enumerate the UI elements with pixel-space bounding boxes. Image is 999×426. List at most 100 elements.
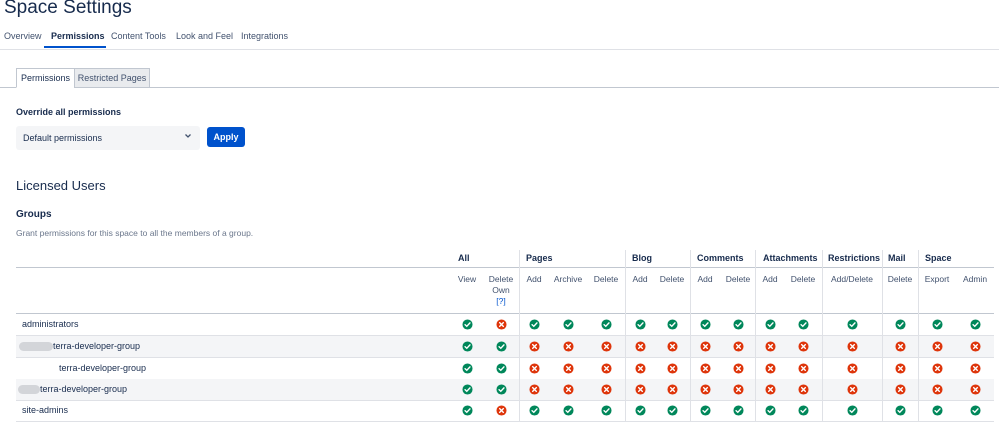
page-title: Space Settings	[4, 0, 132, 18]
cross-circle-icon[interactable]	[528, 384, 540, 395]
cross-circle-icon[interactable]	[699, 341, 711, 352]
check-circle-icon[interactable]	[600, 319, 612, 330]
check-circle-icon[interactable]	[931, 319, 943, 330]
subtab-restricted-pages[interactable]: Restricted Pages	[74, 68, 150, 88]
cross-circle-icon[interactable]	[764, 384, 776, 395]
tab-content-tools[interactable]: Content Tools	[111, 31, 166, 41]
cross-circle-icon[interactable]	[666, 363, 678, 374]
check-circle-icon[interactable]	[495, 384, 507, 395]
category-all: All	[458, 253, 470, 263]
check-circle-icon[interactable]	[797, 319, 809, 330]
check-circle-icon[interactable]	[461, 363, 473, 374]
check-circle-icon[interactable]	[797, 405, 809, 416]
top-tabs: Overview Permissions Content Tools Look …	[0, 24, 999, 50]
table-row: terra-developer-group	[16, 358, 994, 380]
check-circle-icon[interactable]	[461, 341, 473, 352]
perm-label-pages-add: Add	[526, 274, 542, 284]
cross-circle-icon[interactable]	[797, 341, 809, 352]
cross-circle-icon[interactable]	[528, 341, 540, 352]
subtab-permissions[interactable]: Permissions	[16, 68, 75, 88]
cross-circle-icon[interactable]	[732, 384, 744, 395]
check-circle-icon[interactable]	[666, 319, 678, 330]
cross-circle-icon[interactable]	[528, 363, 540, 374]
check-circle-icon[interactable]	[634, 405, 646, 416]
cross-circle-icon[interactable]	[600, 384, 612, 395]
check-circle-icon[interactable]	[562, 319, 574, 330]
check-circle-icon[interactable]	[732, 405, 744, 416]
check-circle-icon[interactable]	[732, 319, 744, 330]
cross-circle-icon[interactable]	[894, 363, 906, 374]
cross-circle-icon[interactable]	[732, 363, 744, 374]
check-circle-icon[interactable]	[666, 405, 678, 416]
check-circle-icon[interactable]	[600, 405, 612, 416]
cross-circle-icon[interactable]	[699, 384, 711, 395]
cross-circle-icon[interactable]	[764, 363, 776, 374]
column-separator	[918, 250, 919, 421]
permissions-select[interactable]: Default permissions	[16, 126, 200, 150]
perm-label-delete-own: Delete Own [?]	[484, 274, 518, 307]
cross-circle-icon[interactable]	[634, 341, 646, 352]
check-circle-icon[interactable]	[495, 341, 507, 352]
check-circle-icon[interactable]	[969, 319, 981, 330]
cross-circle-icon[interactable]	[797, 384, 809, 395]
check-circle-icon[interactable]	[634, 319, 646, 330]
tab-look-and-feel[interactable]: Look and Feel	[176, 31, 233, 41]
cross-circle-icon[interactable]	[562, 363, 574, 374]
help-link[interactable]: [?]	[496, 296, 505, 306]
cross-circle-icon[interactable]	[969, 341, 981, 352]
check-circle-icon[interactable]	[969, 405, 981, 416]
cross-circle-icon[interactable]	[634, 384, 646, 395]
cross-circle-icon[interactable]	[797, 363, 809, 374]
cross-circle-icon[interactable]	[495, 405, 507, 416]
check-circle-icon[interactable]	[461, 384, 473, 395]
cross-circle-icon[interactable]	[931, 363, 943, 374]
check-circle-icon[interactable]	[764, 405, 776, 416]
cross-circle-icon[interactable]	[846, 363, 858, 374]
check-circle-icon[interactable]	[461, 319, 473, 330]
perm-label-comments-add: Add	[697, 274, 713, 284]
check-circle-icon[interactable]	[764, 319, 776, 330]
cross-circle-icon[interactable]	[634, 363, 646, 374]
category-blog: Blog	[632, 253, 652, 263]
cross-circle-icon[interactable]	[666, 341, 678, 352]
check-circle-icon[interactable]	[528, 405, 540, 416]
cross-circle-icon[interactable]	[894, 341, 906, 352]
cross-circle-icon[interactable]	[600, 341, 612, 352]
cross-circle-icon[interactable]	[600, 363, 612, 374]
cross-circle-icon[interactable]	[969, 363, 981, 374]
check-circle-icon[interactable]	[461, 405, 473, 416]
check-circle-icon[interactable]	[699, 319, 711, 330]
check-circle-icon[interactable]	[931, 405, 943, 416]
table-row: administrators	[16, 314, 994, 336]
apply-button[interactable]: Apply	[207, 127, 245, 147]
check-circle-icon[interactable]	[894, 405, 906, 416]
check-circle-icon[interactable]	[562, 405, 574, 416]
cross-circle-icon[interactable]	[699, 363, 711, 374]
cross-circle-icon[interactable]	[931, 384, 943, 395]
cross-circle-icon[interactable]	[846, 341, 858, 352]
category-attachments: Attachments	[763, 253, 818, 263]
check-circle-icon[interactable]	[528, 319, 540, 330]
table-row: terra-developer-group	[16, 336, 994, 358]
cross-circle-icon[interactable]	[764, 341, 776, 352]
cross-circle-icon[interactable]	[732, 341, 744, 352]
tab-integrations[interactable]: Integrations	[241, 31, 288, 41]
tab-permissions[interactable]: Permissions	[51, 31, 105, 41]
tab-overview[interactable]: Overview	[4, 31, 42, 41]
cross-circle-icon[interactable]	[562, 384, 574, 395]
cross-circle-icon[interactable]	[666, 384, 678, 395]
cross-circle-icon[interactable]	[562, 341, 574, 352]
cross-circle-icon[interactable]	[969, 384, 981, 395]
check-circle-icon[interactable]	[846, 319, 858, 330]
check-circle-icon[interactable]	[846, 405, 858, 416]
cross-circle-icon[interactable]	[846, 384, 858, 395]
cross-circle-icon[interactable]	[894, 384, 906, 395]
check-circle-icon[interactable]	[495, 363, 507, 374]
cross-circle-icon[interactable]	[495, 319, 507, 330]
cross-circle-icon[interactable]	[931, 341, 943, 352]
category-comments: Comments	[697, 253, 744, 263]
check-circle-icon[interactable]	[894, 319, 906, 330]
check-circle-icon[interactable]	[699, 405, 711, 416]
category-header-row: All Pages Blog Comments Attachments Rest…	[16, 250, 994, 268]
column-separator	[625, 250, 626, 421]
